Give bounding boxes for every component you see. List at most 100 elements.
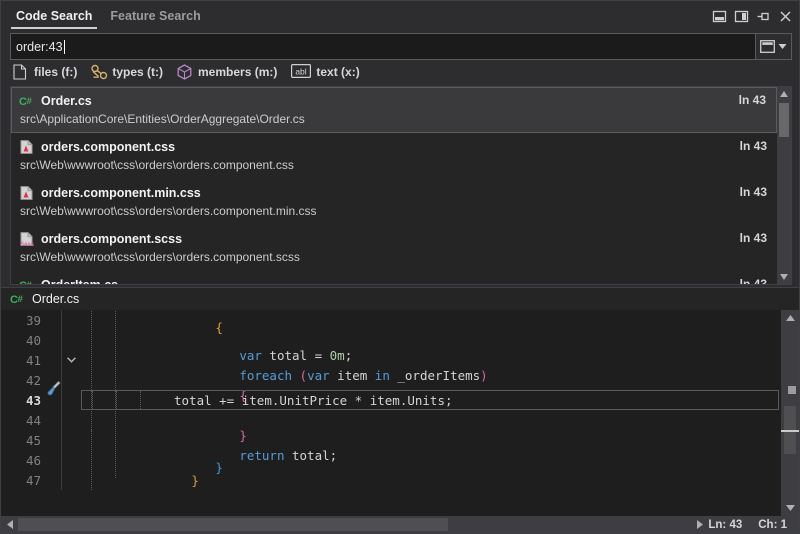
code-text: } — [81, 458, 781, 503]
search-options-button[interactable] — [756, 33, 792, 60]
line-number: 41 — [1, 353, 45, 368]
horizontal-scrollbar[interactable] — [18, 516, 691, 533]
result-row-orderitem-cs[interactable]: C # OrderItem.cs src\ApplicationCore\Ent… — [11, 271, 777, 285]
fold-column[interactable] — [61, 310, 81, 330]
search-input[interactable]: order:43 — [10, 33, 756, 60]
result-name: orders.component.scss — [41, 232, 182, 246]
title-bar: Code Search Feature Search — [1, 1, 799, 31]
filter-chip-types[interactable]: types (t:) — [91, 64, 163, 80]
result-name: orders.component.min.css — [41, 186, 201, 200]
chevron-down-icon — [778, 43, 787, 50]
close-icon[interactable] — [778, 9, 793, 24]
filter-chip-members-label: members (m:) — [198, 65, 277, 79]
tab-code-search-label: Code Search — [16, 9, 92, 23]
scroll-down-icon[interactable] — [777, 270, 791, 284]
preview-pane-icon — [760, 40, 775, 53]
code-line-47: 47 } — [1, 470, 781, 490]
results-scrollbar-thumb[interactable] — [779, 103, 789, 137]
scroll-down-icon[interactable] — [781, 500, 799, 516]
horizontal-scrollbar-thumb[interactable] — [18, 518, 448, 531]
svg-text:Sass: Sass — [20, 242, 35, 248]
css-file-icon — [19, 139, 35, 155]
filter-chip-members[interactable]: members (m:) — [177, 64, 277, 80]
scroll-up-icon[interactable] — [777, 87, 791, 101]
line-number: 47 — [1, 473, 45, 488]
preview-header: C # Order.cs — [1, 288, 799, 310]
filter-chip-types-label: types (t:) — [112, 65, 163, 79]
tab-strip: Code Search Feature Search — [1, 1, 210, 31]
tab-feature-search-label: Feature Search — [110, 9, 200, 23]
text-caret — [64, 40, 65, 54]
fold-column[interactable] — [61, 430, 81, 450]
search-results-panel: C # Order.cs src\ApplicationCore\Entitie… — [10, 86, 792, 285]
scroll-up-icon[interactable] — [781, 310, 799, 326]
line-number: 39 — [1, 313, 45, 328]
result-row-order-cs[interactable]: C # Order.cs src\ApplicationCore\Entitie… — [11, 87, 777, 133]
results-scrollbar[interactable] — [777, 87, 791, 284]
code-token: } — [191, 473, 199, 488]
dock-side-icon[interactable] — [734, 9, 749, 24]
search-results-list: C # Order.cs src\ApplicationCore\Entitie… — [11, 87, 777, 284]
status-indicators: Ln: 43 Ch: 1 — [708, 519, 799, 531]
line-number: 46 — [1, 453, 45, 468]
csharp-file-icon: C # — [19, 93, 35, 109]
code-scroll-marker — [788, 386, 796, 394]
code-marker-brush-icon — [45, 380, 61, 396]
code-lines: 39 { 40 var total = 0m — [1, 310, 781, 516]
search-row: order:43 — [10, 33, 792, 60]
status-bar: Ln: 43 Ch: 1 — [1, 516, 799, 533]
tab-code-search[interactable]: Code Search — [7, 1, 101, 31]
status-column: Ch: 1 — [758, 519, 787, 531]
status-line: Ln: 43 — [708, 519, 742, 531]
line-number: 40 — [1, 333, 45, 348]
preview-file-name: Order.cs — [32, 292, 79, 306]
css-file-icon — [19, 185, 35, 201]
filter-chip-files[interactable]: files (f:) — [13, 64, 77, 80]
result-line-badge: ln 43 — [740, 185, 767, 199]
result-path: src\Web\wwwroot\css\orders\orders.compon… — [20, 158, 777, 172]
result-row-orders-component-min-css[interactable]: orders.component.min.css src\Web\wwwroot… — [11, 179, 777, 225]
svg-text:abl: abl — [296, 67, 307, 77]
scroll-right-icon[interactable] — [691, 516, 708, 533]
members-icon — [177, 64, 193, 80]
result-title-line: C # Order.cs — [19, 91, 776, 110]
filter-chip-row: files (f:) types (t:) mem — [1, 60, 799, 84]
result-row-orders-component-scss[interactable]: Sass orders.component.scss src\Web\wwwro… — [11, 225, 777, 271]
result-row-orders-component-css[interactable]: orders.component.css src\Web\wwwroot\css… — [11, 133, 777, 179]
svg-text:#: # — [27, 280, 33, 286]
text-abl-icon: abl — [291, 64, 311, 80]
fold-column[interactable] — [61, 470, 81, 490]
line-number: 44 — [1, 413, 45, 428]
code-search-window: Code Search Feature Search — [0, 0, 800, 534]
filter-chip-text-label: text (x:) — [316, 65, 359, 79]
scroll-left-icon[interactable] — [1, 516, 18, 533]
code-scrollbar[interactable] — [781, 310, 799, 516]
result-title-line: orders.component.min.css — [19, 183, 777, 202]
code-preview-area[interactable]: 39 { 40 var total = 0m — [1, 310, 799, 533]
csharp-file-icon: C # — [10, 291, 26, 307]
fold-column[interactable] — [61, 330, 81, 350]
result-name: OrderItem.cs — [41, 278, 118, 286]
fold-collapse-toggle[interactable] — [61, 350, 81, 370]
scss-file-icon: Sass — [19, 231, 35, 247]
types-icon — [91, 64, 107, 80]
result-title-line: C # OrderItem.cs — [19, 275, 777, 285]
fold-column[interactable] — [61, 410, 81, 430]
tab-feature-search[interactable]: Feature Search — [101, 1, 209, 31]
result-path: src\Web\wwwroot\css\orders\orders.compon… — [20, 204, 777, 218]
svg-text:#: # — [27, 96, 33, 107]
result-name: Order.cs — [41, 94, 92, 108]
filter-chip-text[interactable]: abl text (x:) — [291, 64, 359, 80]
chevron-down-icon — [67, 357, 76, 363]
fold-column[interactable] — [61, 450, 81, 470]
dock-bottom-icon[interactable] — [712, 9, 727, 24]
line-number: 43 — [1, 393, 45, 408]
pin-icon[interactable] — [756, 9, 771, 24]
line-number: 45 — [1, 433, 45, 448]
filter-chip-files-label: files (f:) — [34, 65, 77, 79]
result-line-badge: ln 43 — [740, 139, 767, 153]
result-path: src\ApplicationCore\Entities\OrderAggreg… — [20, 112, 776, 126]
preview-pane: C # Order.cs 39 { — [1, 287, 799, 533]
fold-column[interactable] — [61, 370, 81, 390]
result-path: src\Web\wwwroot\css\orders\orders.compon… — [20, 250, 777, 264]
